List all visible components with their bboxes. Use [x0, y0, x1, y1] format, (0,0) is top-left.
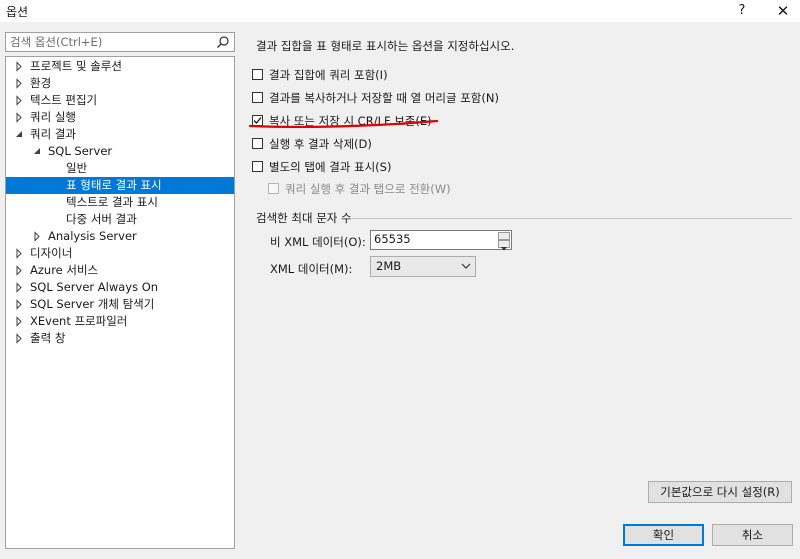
collapsed-arrow-icon[interactable]: [14, 75, 24, 92]
xml-data-value: 2MB: [376, 259, 402, 273]
help-button[interactable]: ?: [732, 0, 752, 22]
tree-item-label: XEvent 프로파일러: [30, 314, 128, 328]
collapsed-arrow-icon[interactable]: [14, 279, 24, 296]
tree-item[interactable]: 출력 창: [6, 330, 234, 347]
tree-item-label: 텍스트로 결과 표시: [66, 195, 158, 209]
options-tree: 프로젝트 및 솔루션환경텍스트 편집기쿼리 실행쿼리 결과 SQL Server 일…: [5, 56, 235, 549]
tree-item[interactable]: 다중 서버 결과: [6, 211, 234, 228]
option-checkbox[interactable]: [252, 161, 263, 172]
tree-item-label: 쿼리 실행: [30, 110, 76, 124]
group-divider: [350, 218, 792, 219]
xml-data-select[interactable]: 2MB: [370, 256, 476, 277]
option-label: 쿼리 실행 후 결과 탭으로 전환(W): [285, 182, 451, 196]
option-checkbox[interactable]: [252, 138, 263, 149]
tree-item-label: SQL Server: [48, 144, 113, 158]
tree-item[interactable]: 일반: [6, 160, 234, 177]
collapsed-arrow-icon[interactable]: [32, 228, 42, 245]
option-checkbox[interactable]: [252, 69, 263, 80]
xml-data-label: XML 데이터(M):: [270, 262, 353, 276]
tree-item-label: 텍스트 편집기: [30, 93, 98, 107]
spin-down-button[interactable]: [498, 240, 510, 251]
tree-item[interactable]: Azure 서비스: [6, 262, 234, 279]
chevron-down-icon: [461, 263, 471, 269]
option-checkbox[interactable]: [252, 92, 263, 103]
tree-item-label: 표 형태로 결과 표시: [66, 178, 162, 192]
reset-defaults-button[interactable]: 기본값으로 다시 설정(R): [648, 481, 792, 503]
max-chars-group-title: 검색한 최대 문자 수: [256, 211, 352, 225]
collapsed-arrow-icon[interactable]: [14, 330, 24, 347]
tree-item[interactable]: SQL Server: [6, 143, 234, 160]
option-label[interactable]: 실행 후 결과 삭제(D): [269, 136, 372, 153]
tree-item-label: Azure 서비스: [30, 263, 99, 277]
tree-item[interactable]: 쿼리 결과: [6, 126, 234, 143]
tree-item-label: 출력 창: [30, 331, 66, 345]
title-bar: [0, 0, 800, 22]
tree-item-label: SQL Server Always On: [30, 280, 159, 294]
tree-item[interactable]: 표 형태로 결과 표시: [6, 177, 234, 194]
window-title: 옵션: [6, 5, 29, 19]
expanded-arrow-icon[interactable]: [32, 143, 42, 160]
expanded-arrow-icon[interactable]: [14, 126, 24, 143]
option-label[interactable]: 결과 집합에 쿼리 포함(I): [269, 67, 388, 84]
tree-item[interactable]: 디자이너: [6, 245, 234, 262]
ok-button[interactable]: 확인: [623, 524, 704, 546]
red-underline-annotation: [248, 119, 439, 129]
collapsed-arrow-icon[interactable]: [14, 262, 24, 279]
spin-up-button[interactable]: [498, 232, 510, 243]
arrow-down-icon: [501, 247, 507, 251]
tree-item-label: Analysis Server: [48, 229, 137, 243]
close-button[interactable]: ✕: [766, 0, 800, 22]
nonxml-data-label: 비 XML 데이터(O):: [270, 235, 366, 249]
cancel-button[interactable]: 취소: [712, 524, 793, 546]
option-label[interactable]: 결과를 복사하거나 저장할 때 열 머리글 포함(N): [269, 90, 499, 107]
search-input[interactable]: [6, 33, 214, 51]
tree-item-label: 일반: [66, 161, 88, 175]
tree-item[interactable]: 프로젝트 및 솔루션: [6, 58, 234, 75]
tree-item-label: 디자이너: [30, 246, 73, 260]
tree-item-label: 다중 서버 결과: [66, 212, 137, 226]
collapsed-arrow-icon[interactable]: [14, 109, 24, 126]
tree-item[interactable]: 쿼리 실행: [6, 109, 234, 126]
tree-item-label: SQL Server 개체 탐색기: [30, 297, 155, 311]
collapsed-arrow-icon[interactable]: [14, 313, 24, 330]
search-icon[interactable]: [216, 35, 230, 49]
tree-item[interactable]: 텍스트 편집기: [6, 92, 234, 109]
search-box: [5, 32, 235, 52]
tree-item[interactable]: 환경: [6, 75, 234, 92]
tree-item[interactable]: SQL Server Always On: [6, 279, 234, 296]
tree-item-label: 쿼리 결과: [30, 127, 76, 141]
collapsed-arrow-icon[interactable]: [14, 296, 24, 313]
tree-item[interactable]: 텍스트로 결과 표시: [6, 194, 234, 211]
collapsed-arrow-icon[interactable]: [14, 245, 24, 262]
option-label[interactable]: 별도의 탭에 결과 표시(S): [269, 159, 391, 176]
option-checkbox: [268, 183, 279, 194]
tree-item[interactable]: SQL Server 개체 탐색기: [6, 296, 234, 313]
collapsed-arrow-icon[interactable]: [14, 92, 24, 109]
tree-item[interactable]: XEvent 프로파일러: [6, 313, 234, 330]
tree-item-label: 환경: [30, 76, 52, 90]
nonxml-data-spinbox[interactable]: 65535: [370, 230, 512, 251]
page-description: 결과 집합을 표 형태로 표시하는 옵션을 지정하십시오.: [256, 39, 515, 53]
nonxml-data-value[interactable]: 65535: [374, 232, 411, 246]
collapsed-arrow-icon[interactable]: [14, 58, 24, 75]
tree-item-label: 프로젝트 및 솔루션: [30, 59, 122, 73]
tree-item[interactable]: Analysis Server: [6, 228, 234, 245]
